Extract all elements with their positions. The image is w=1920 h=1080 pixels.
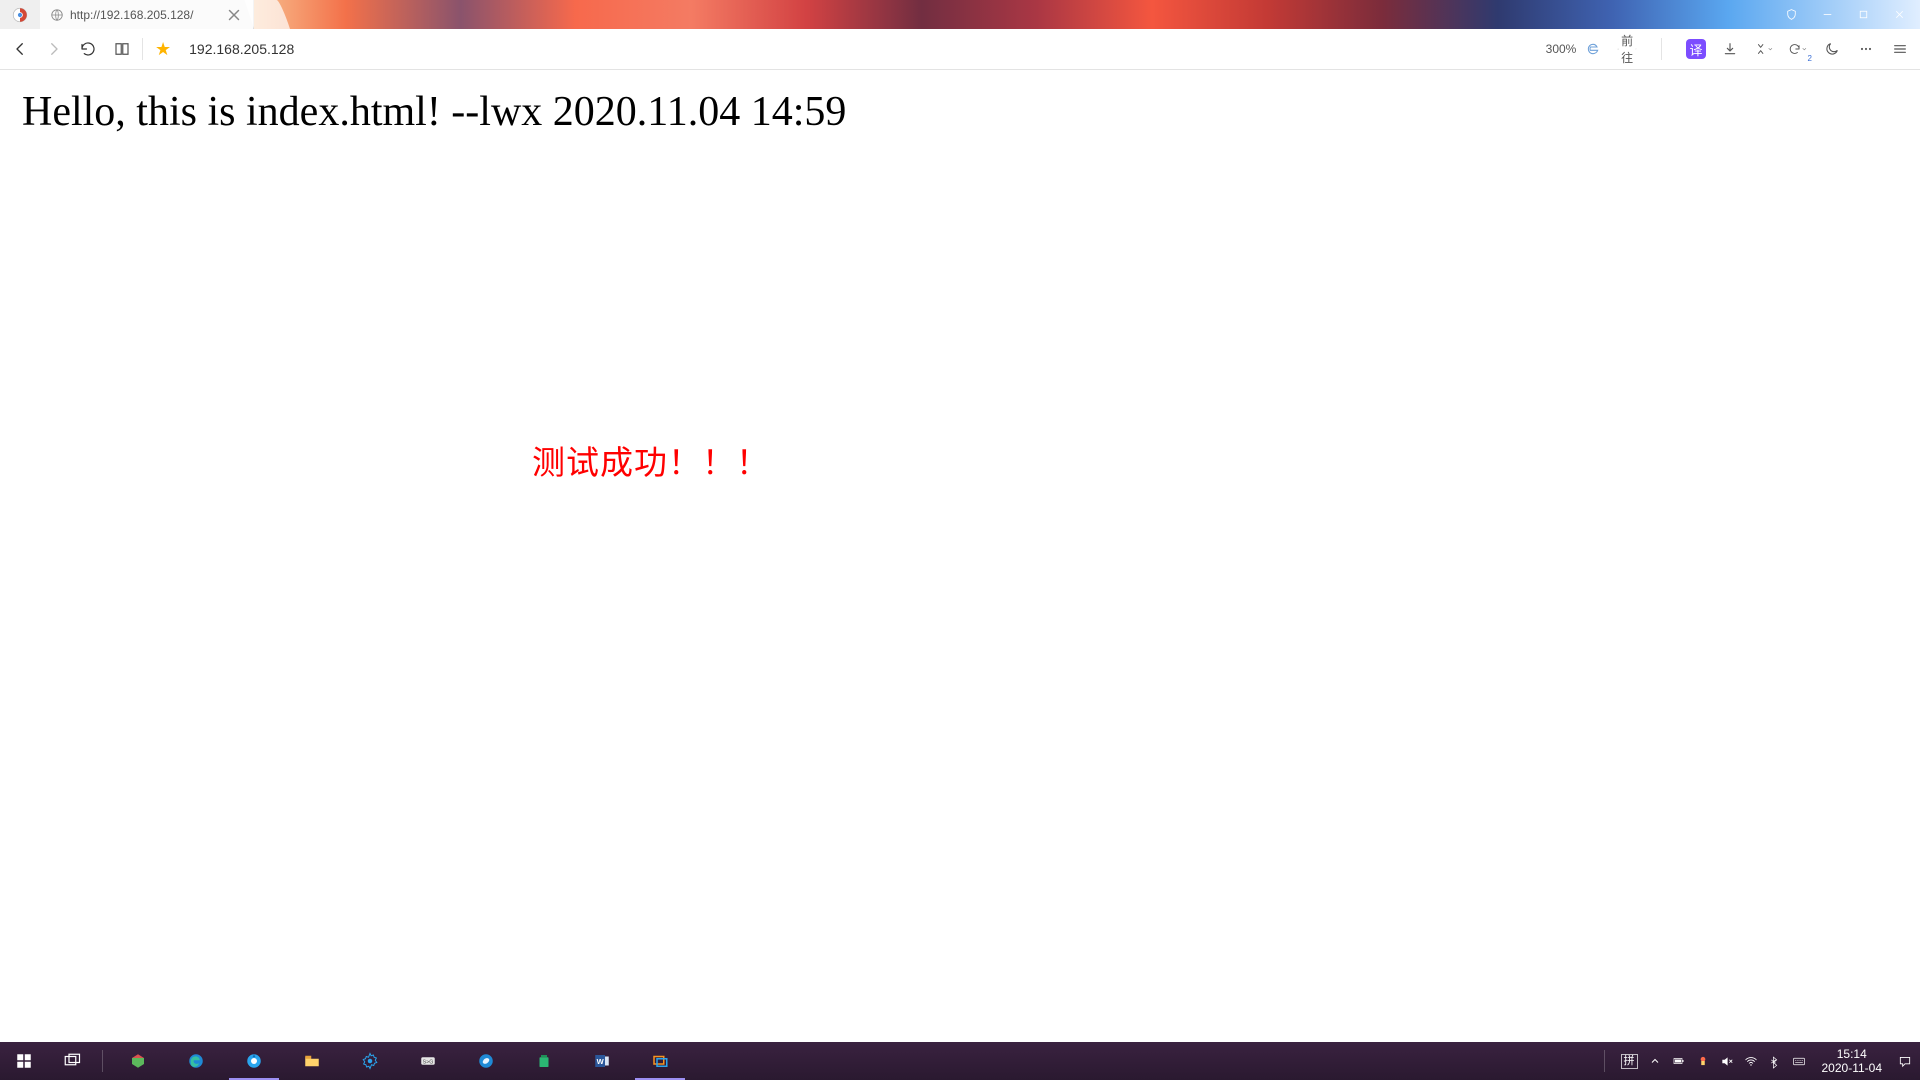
zoom-indicator[interactable]: 300% [1549, 39, 1569, 59]
reload-button[interactable] [78, 39, 98, 59]
undo-tab-icon[interactable] [1788, 39, 1808, 59]
success-text: 测试成功！！！ [532, 444, 770, 481]
read-mode-icon[interactable] [112, 39, 132, 59]
toolbar-right: 300% 前往 译 [1549, 38, 1910, 60]
zoom-label: 300% [1551, 39, 1571, 59]
action-center-icon[interactable] [1898, 1054, 1912, 1068]
clock-date: 2020-11-04 [1822, 1061, 1883, 1075]
browser-toolbar: ★ 192.168.205.128 300% 前往 译 [0, 29, 1920, 70]
browser-app-icon[interactable] [0, 0, 41, 29]
address-text[interactable]: 192.168.205.128 [189, 41, 294, 57]
page-centered-block: 测试成功！！！ [532, 436, 770, 484]
app-recycle[interactable] [515, 1042, 573, 1080]
app-vmware[interactable] [631, 1042, 689, 1080]
app-1[interactable] [109, 1042, 167, 1080]
tray-volume-mute-icon[interactable] [1720, 1054, 1734, 1068]
start-button[interactable] [0, 1042, 48, 1080]
svg-text:S>G: S>G [423, 1059, 434, 1065]
page-heading: Hello, this is index.html! --lwx 2020.11… [22, 88, 1920, 136]
tray-bluetooth-icon[interactable] [1768, 1054, 1782, 1068]
app-s2g[interactable]: S>G [399, 1042, 457, 1080]
tray-chevron-up-icon[interactable] [1648, 1054, 1662, 1068]
tray-separator [1604, 1050, 1605, 1072]
taskbar-separator [102, 1050, 103, 1072]
taskbar-apps: S>G W [109, 1042, 689, 1080]
more-icon[interactable] [1856, 39, 1876, 59]
download-icon[interactable] [1720, 39, 1740, 59]
forward-button[interactable] [44, 39, 64, 59]
tray-keyboard-icon[interactable] [1792, 1054, 1806, 1068]
tab-title: http://192.168.205.128/ [70, 8, 225, 22]
toolbar-separator [142, 38, 143, 60]
app-edge[interactable] [167, 1042, 225, 1080]
active-tab[interactable]: http://192.168.205.128/ [40, 0, 254, 29]
bookmark-star-icon[interactable]: ★ [155, 39, 171, 60]
tab-strip: http://192.168.205.128/ [0, 0, 1920, 29]
app-360browser[interactable] [225, 1042, 283, 1080]
page-viewport: Hello, this is index.html! --lwx 2020.11… [0, 70, 1920, 1042]
nav-buttons [10, 39, 132, 59]
goto-button[interactable]: 前往 [1617, 39, 1637, 59]
back-button[interactable] [10, 39, 30, 59]
window-controls [1784, 0, 1920, 29]
shield-icon[interactable] [1784, 8, 1798, 22]
task-view-button[interactable] [48, 1042, 96, 1080]
svg-text:W: W [597, 1057, 605, 1066]
page-globe-icon [50, 8, 64, 22]
app-word[interactable]: W [573, 1042, 631, 1080]
window-close-icon[interactable] [1892, 8, 1906, 22]
maximize-icon[interactable] [1856, 8, 1870, 22]
ie-mode-icon[interactable] [1583, 39, 1603, 59]
tab-close-icon[interactable] [225, 6, 243, 24]
system-tray: 拼 15:14 2020-11-04 [1598, 1047, 1920, 1076]
windows-taskbar: S>G W 拼 [0, 1042, 1920, 1080]
ime-indicator[interactable]: 拼 [1621, 1054, 1638, 1069]
night-mode-icon[interactable] [1822, 39, 1842, 59]
screenshot-icon[interactable] [1754, 39, 1774, 59]
tray-security-icon[interactable] [1696, 1054, 1710, 1068]
minimize-icon[interactable] [1820, 8, 1834, 22]
tray-wifi-icon[interactable] [1744, 1054, 1758, 1068]
toolbar-separator-right [1661, 38, 1662, 60]
clock-time: 15:14 [1837, 1047, 1867, 1061]
taskbar-clock[interactable]: 15:14 2020-11-04 [1816, 1047, 1889, 1076]
menu-icon[interactable] [1890, 39, 1910, 59]
goto-label: 前往 [1621, 39, 1633, 59]
app-storm[interactable] [457, 1042, 515, 1080]
tray-battery-icon[interactable] [1672, 1054, 1686, 1068]
app-explorer[interactable] [283, 1042, 341, 1080]
translate-button[interactable]: 译 [1686, 39, 1706, 59]
app-settings[interactable] [341, 1042, 399, 1080]
